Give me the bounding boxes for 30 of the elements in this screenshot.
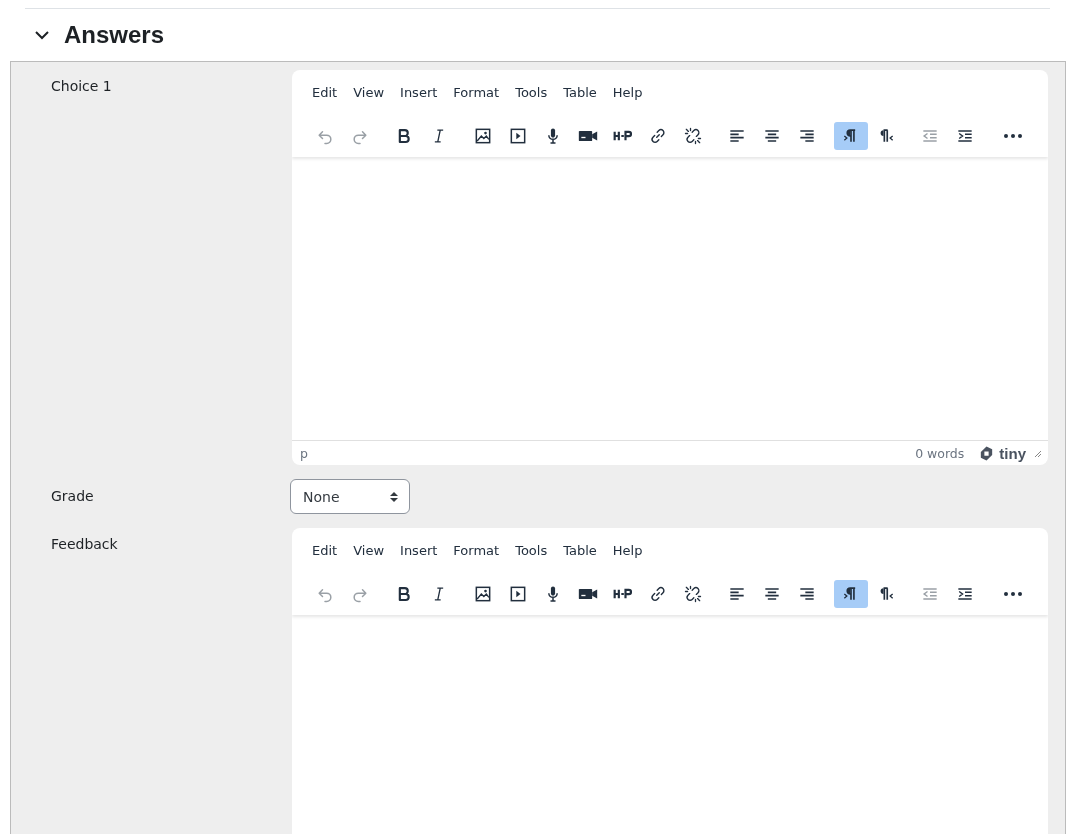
field-label: Feedback (50, 535, 119, 554)
grade-select[interactable]: None (290, 479, 410, 514)
menu-item[interactable]: Table (555, 538, 605, 562)
menu-item[interactable]: Edit (304, 538, 346, 562)
up-down-arrows-icon (389, 490, 399, 503)
field-label: Grade (50, 487, 95, 506)
menu-item[interactable]: Format (445, 80, 508, 104)
field-label: Choice 1 (50, 77, 113, 96)
menu-item[interactable]: Tools (507, 80, 556, 104)
word-count: 0 words (915, 445, 965, 461)
menu-item[interactable]: Table (555, 80, 605, 104)
tiny-logo[interactable]: tiny (978, 444, 1026, 462)
more-dots-icon (1003, 132, 1023, 139)
element-path: p (300, 445, 309, 461)
menu-item[interactable]: Insert (392, 538, 446, 562)
menu-item[interactable]: Edit (304, 80, 346, 104)
broken-link-icon (683, 583, 703, 604)
toolbar-button[interactable] (834, 121, 868, 150)
menu-item[interactable]: Help (604, 538, 651, 562)
broken-link-icon (683, 125, 703, 146)
menu-item[interactable]: View (345, 538, 393, 562)
menu-item[interactable]: View (345, 80, 393, 104)
more-dots-icon (1003, 590, 1023, 597)
resize-handle-icon[interactable] (1032, 448, 1042, 458)
menu-item[interactable]: Help (604, 80, 651, 104)
menu-item[interactable]: Tools (507, 538, 556, 562)
menu-item[interactable]: Format (445, 538, 508, 562)
menu-item[interactable]: Insert (392, 80, 446, 104)
section-heading: Answers (64, 21, 165, 49)
toolbar-button[interactable] (834, 579, 868, 608)
